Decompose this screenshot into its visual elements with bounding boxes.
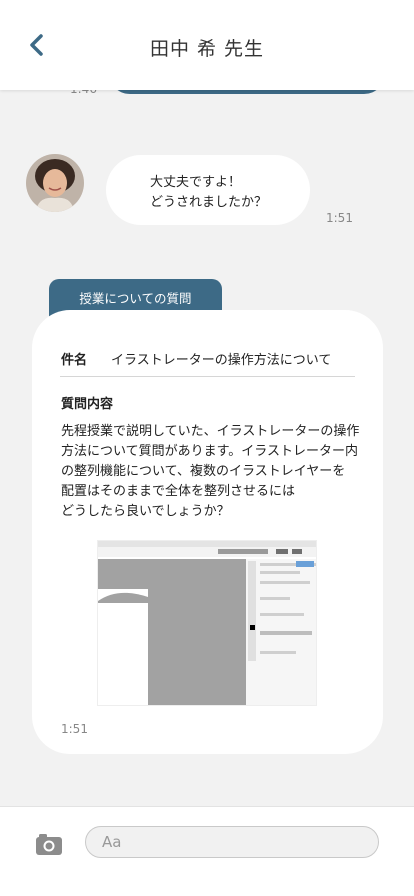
attachment-image[interactable] [97,540,317,706]
subject-label: 件名 [61,353,88,368]
divider [60,376,355,377]
message-input[interactable] [85,826,379,858]
content-line: 方法について質問があります。イラストレーター内 [61,444,359,459]
avatar-image [26,154,84,212]
app-header: 田中 希 先生 [0,0,414,90]
message-composer [0,806,414,896]
question-card: 件名 イラストレーターの操作方法について 質問内容 先程授業で説明していた、イラ… [32,310,383,754]
camera-icon [36,834,62,855]
illustrator-screenshot-icon [98,541,316,705]
question-time: 1:51 [61,722,88,736]
question-content: 先程授業で説明していた、イラストレーターの操作 方法について質問があります。イラ… [61,422,371,522]
message-line: どうされましたか？ [150,195,268,210]
page-title: 田中 希 先生 [149,38,265,60]
teacher-avatar[interactable] [26,154,84,212]
message-line: 大丈夫ですよ！ [150,175,242,190]
content-label: 質問内容 [61,397,114,412]
content-line: 先程授業で説明していた、イラストレーターの操作 [61,424,360,439]
camera-button[interactable] [35,832,63,856]
content-line: の整列機能について、複数のイラストレイヤーを [61,464,346,479]
incoming-message-bubble: 大丈夫ですよ！ どうされましたか？ [106,155,310,225]
incoming-message-time: 1:51 [326,211,353,225]
content-line: 配置はそのままで全体を整列させるには [61,484,296,499]
subject-value: イラストレーターの操作方法について [111,353,332,368]
content-line: どうしたら良いでしょうか？ [61,504,230,519]
